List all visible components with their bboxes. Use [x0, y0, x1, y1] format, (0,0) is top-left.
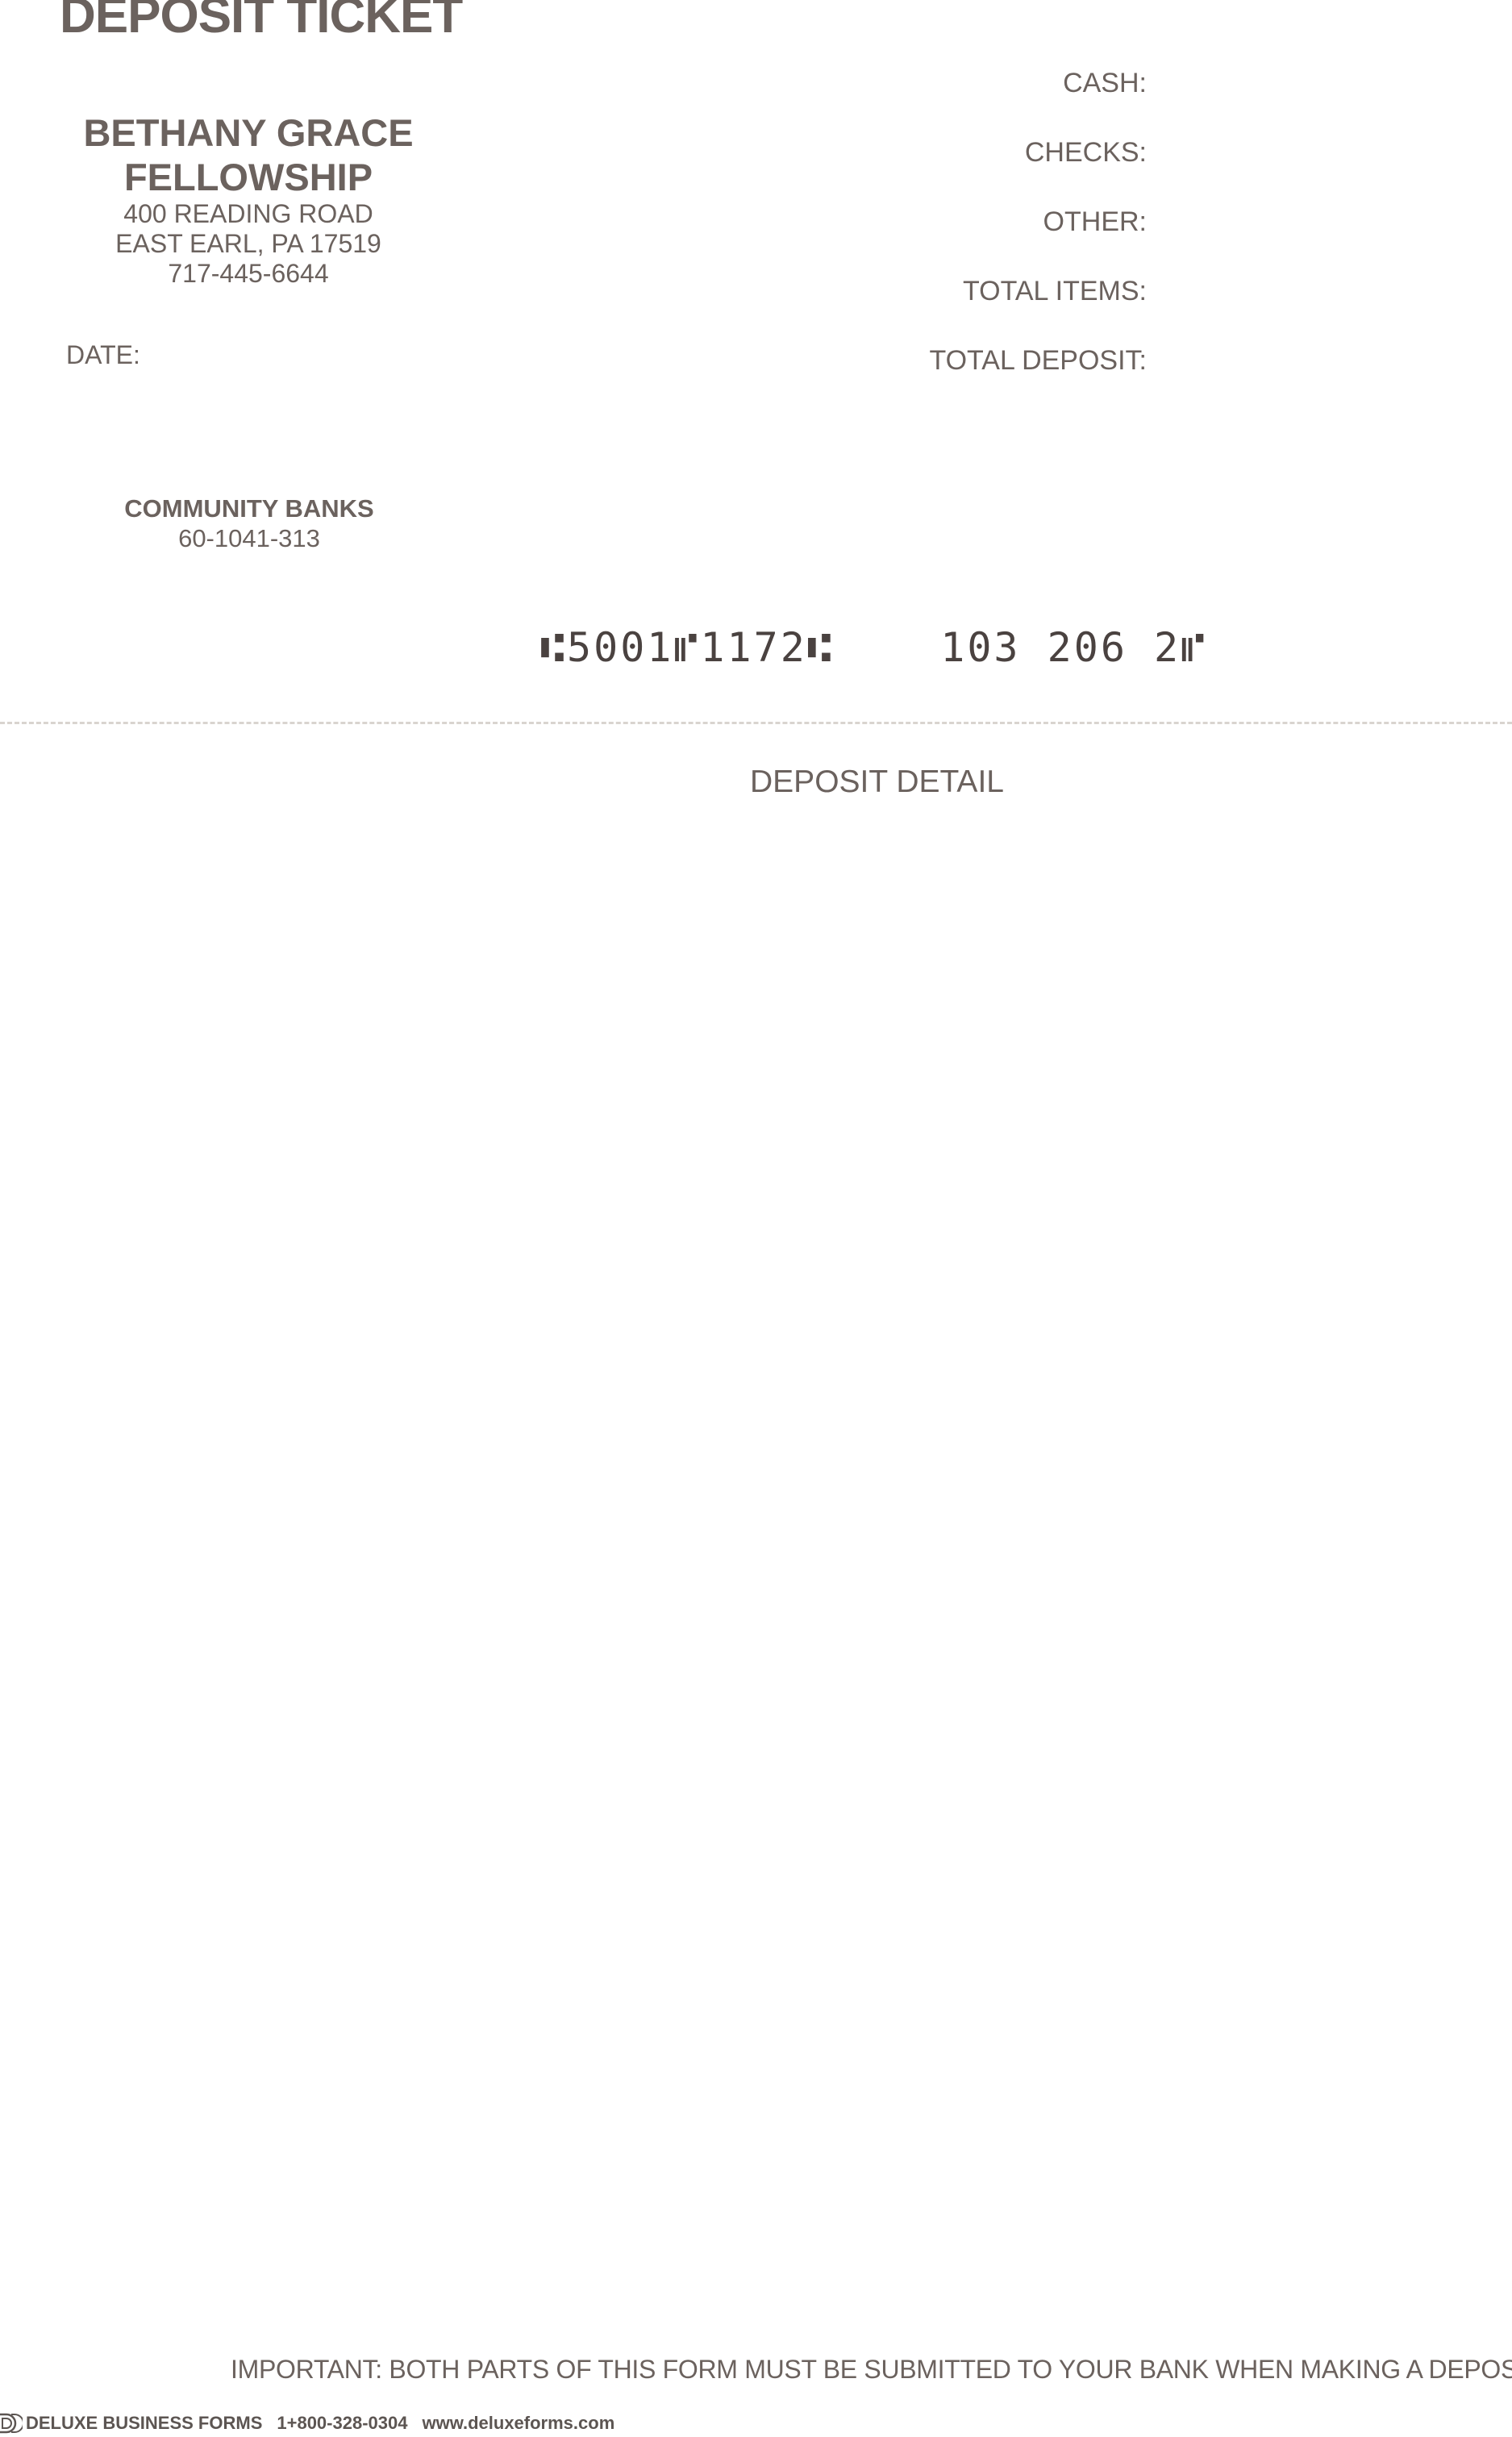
cash-label: CASH:: [1063, 68, 1147, 98]
organization-info: BETHANY GRACE FELLOWSHIP 400 READING ROA…: [65, 111, 432, 289]
footer: DELUXE BUSINESS FORMS 1+800-328-0304 www…: [0, 2411, 629, 2435]
organization-name-line1: BETHANY GRACE: [83, 111, 414, 154]
perforation-line: [0, 722, 1512, 724]
bank-routing-fraction: 60-1041-313: [178, 524, 320, 553]
date-label: DATE:: [66, 340, 140, 369]
deposit-summary: CASH: CHECKS: OTHER: TOTAL ITEMS: TOTAL …: [929, 68, 1147, 414]
footer-phone: 1+800-328-0304: [277, 2413, 408, 2433]
organization-address-line2: EAST EARL, PA 17519: [115, 229, 381, 259]
micr-line: ⑆5001⑈1172⑆ 103 206 2⑈: [540, 624, 1208, 671]
deluxe-logo-icon: [0, 2413, 23, 2434]
important-note: IMPORTANT: BOTH PARTS OF THIS FORM MUST …: [231, 2355, 1512, 2384]
checks-label: CHECKS:: [1024, 137, 1147, 168]
ticket-title: DEPOSIT TICKET: [60, 0, 463, 44]
organization-name-line2: FELLOWSHIP: [123, 155, 373, 198]
total-deposit-label: TOTAL DEPOSIT:: [929, 345, 1147, 376]
footer-company: DELUXE BUSINESS FORMS: [26, 2413, 263, 2433]
organization-address-line1: 400 READING ROAD: [123, 199, 373, 229]
organization-phone: 717-445-6644: [168, 259, 329, 289]
total-items-label: TOTAL ITEMS:: [963, 276, 1147, 306]
deposit-detail-heading: DEPOSIT DETAIL: [750, 764, 1004, 799]
deposit-ticket-page: { "ticket": { "title": "DEPOSIT TICKET" …: [0, 0, 1512, 2437]
footer-website: www.deluxeforms.com: [422, 2413, 615, 2433]
other-label: OTHER:: [1043, 206, 1147, 237]
bank-info: COMMUNITY BANKS 60-1041-313: [81, 494, 418, 553]
bank-name: COMMUNITY BANKS: [124, 494, 374, 523]
